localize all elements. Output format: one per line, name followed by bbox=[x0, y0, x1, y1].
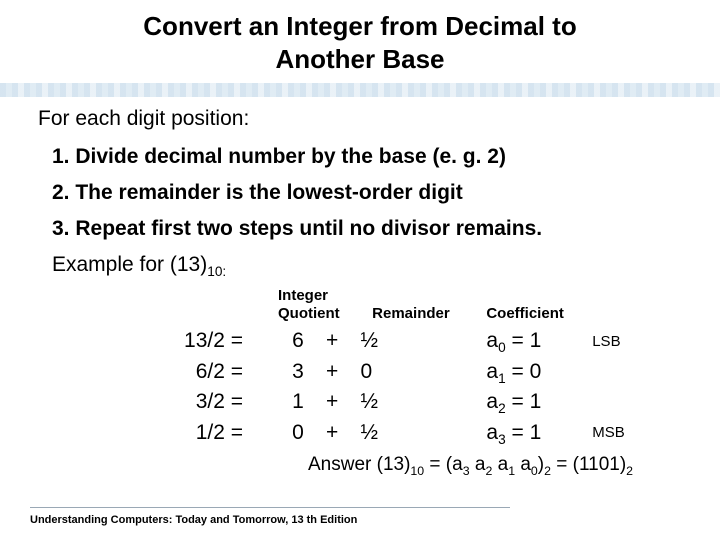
cell-coef: a0 = 1 bbox=[426, 327, 556, 358]
cell-plus: + bbox=[310, 358, 355, 386]
cell-plus: + bbox=[310, 419, 355, 447]
step-3: 3. Repeat first two steps until no divis… bbox=[52, 217, 682, 241]
table-row: 1/2 = 0 + ½ a3 = 1 MSB bbox=[158, 419, 682, 450]
cell-q: 1 bbox=[249, 388, 304, 416]
table-row: 13/2 = 6 + ½ a0 = 1 LSB bbox=[158, 327, 682, 358]
example-label: Example for (13)10: bbox=[52, 253, 682, 279]
conversion-table: 13/2 = 6 + ½ a0 = 1 LSB 6/2 = 3 + 0 a1 =… bbox=[158, 327, 682, 479]
footer-text: Understanding Computers: Today and Tomor… bbox=[30, 514, 357, 526]
title-line-1: Convert an Integer from Decimal to bbox=[143, 11, 576, 41]
cell-plus: + bbox=[310, 388, 355, 416]
hdr-quotient: Quotient bbox=[278, 305, 340, 323]
lsb-label: LSB bbox=[562, 332, 620, 352]
hdr-integer: Integer bbox=[278, 287, 328, 305]
cell-r: ½ bbox=[361, 327, 421, 355]
title-line-2: Another Base bbox=[275, 44, 444, 74]
step-2: 2. The remainder is the lowest-order dig… bbox=[52, 181, 682, 205]
cell-div: 3/2 = bbox=[158, 388, 243, 416]
cell-div: 6/2 = bbox=[158, 358, 243, 386]
cell-coef: a3 = 1 bbox=[426, 419, 556, 450]
cell-plus: + bbox=[310, 327, 355, 355]
cell-q: 6 bbox=[249, 327, 304, 355]
footer-divider bbox=[30, 507, 510, 508]
cell-coef: a2 = 1 bbox=[426, 388, 556, 419]
slide-title: Convert an Integer from Decimal to Anoth… bbox=[0, 0, 720, 81]
table-row: 3/2 = 1 + ½ a2 = 1 bbox=[158, 388, 682, 419]
hdr-coefficient: Coefficient bbox=[486, 305, 586, 323]
cell-r: 0 bbox=[361, 358, 421, 386]
column-headers: Integer Quotient Remainder Coefficient bbox=[278, 287, 682, 323]
answer-line: Answer (13)10 = (a3 a2 a1 a0)2 = (1101)2 bbox=[308, 452, 682, 479]
cell-q: 3 bbox=[249, 358, 304, 386]
intro-text: For each digit position: bbox=[38, 107, 682, 131]
example-text: Example for (13) bbox=[52, 253, 207, 276]
example-sub: 10: bbox=[207, 264, 226, 279]
hdr-remainder: Remainder bbox=[372, 305, 482, 323]
table-row: 6/2 = 3 + 0 a1 = 0 bbox=[158, 358, 682, 389]
cell-div: 1/2 = bbox=[158, 419, 243, 447]
cell-div: 13/2 = bbox=[158, 327, 243, 355]
content-area: For each digit position: 1. Divide decim… bbox=[0, 97, 720, 479]
cell-r: ½ bbox=[361, 419, 421, 447]
cell-q: 0 bbox=[249, 419, 304, 447]
step-1: 1. Divide decimal number by the base (e.… bbox=[52, 145, 682, 169]
decorative-band bbox=[0, 83, 720, 97]
cell-r: ½ bbox=[361, 388, 421, 416]
msb-label: MSB bbox=[562, 423, 625, 443]
cell-coef: a1 = 0 bbox=[426, 358, 556, 389]
